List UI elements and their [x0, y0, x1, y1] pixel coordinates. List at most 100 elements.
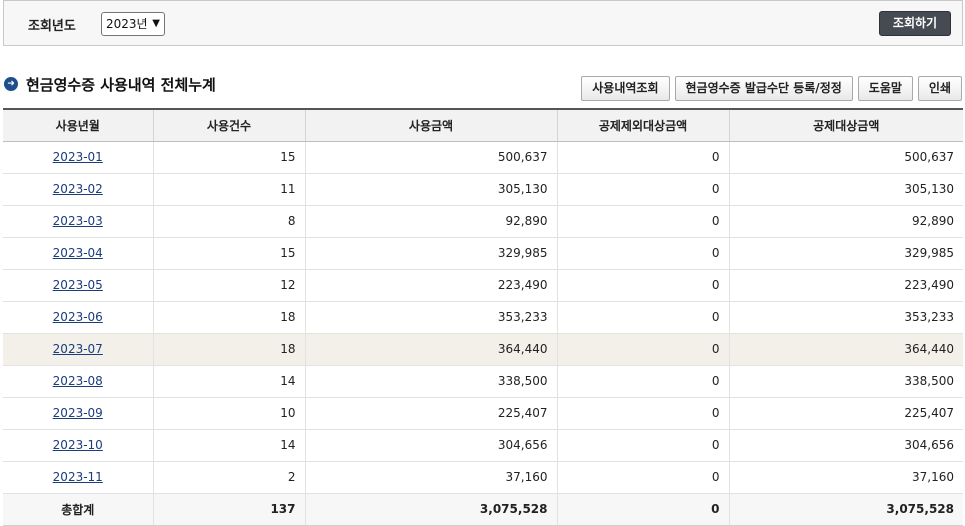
count-cell: 8: [153, 205, 306, 238]
count-cell: 11: [153, 173, 306, 206]
month-cell: 2023-05: [3, 269, 154, 302]
count-cell: 18: [153, 301, 306, 334]
excluded-cell: 0: [557, 141, 730, 174]
month-link[interactable]: 2023-02: [53, 182, 103, 196]
amount-cell: 364,440: [305, 333, 558, 366]
toolbar: 사용내역조회 현금영수증 발급수단 등록/정정 도움말 인쇄: [581, 76, 962, 101]
amount-cell: 305,130: [305, 173, 558, 206]
deductible-cell: 329,985: [729, 237, 963, 270]
deductible-cell: 500,637: [729, 141, 963, 174]
amount-cell: 304,656: [305, 429, 558, 462]
usage-table: 사용년월 사용건수 사용금액 공제제외대상금액 공제대상금액 2023-01 15…: [3, 108, 963, 526]
month-link[interactable]: 2023-07: [53, 342, 103, 356]
col-header-deductible: 공제대상금액: [729, 108, 963, 142]
excluded-cell: 0: [557, 429, 730, 462]
total-excluded: 0: [557, 493, 730, 526]
month-cell: 2023-09: [3, 397, 154, 430]
amount-cell: 225,407: [305, 397, 558, 430]
month-link[interactable]: 2023-04: [53, 246, 103, 260]
amount-cell: 92,890: [305, 205, 558, 238]
count-cell: 14: [153, 365, 306, 398]
month-cell: 2023-06: [3, 301, 154, 334]
deductible-cell: 92,890: [729, 205, 963, 238]
total-deductible: 3,075,528: [729, 493, 963, 526]
deductible-cell: 305,130: [729, 173, 963, 206]
table-row: 2023-04 15 329,985 0 329,985: [3, 237, 963, 270]
total-row: 총합계 137 3,075,528 0 3,075,528: [3, 493, 963, 526]
deductible-cell: 353,233: [729, 301, 963, 334]
col-header-month: 사용년월: [3, 108, 154, 142]
deductible-cell: 338,500: [729, 365, 963, 398]
table-row: 2023-02 11 305,130 0 305,130: [3, 173, 963, 206]
table-row: 2023-09 10 225,407 0 225,407: [3, 397, 963, 430]
register-method-button[interactable]: 현금영수증 발급수단 등록/정정: [674, 76, 853, 101]
excluded-cell: 0: [557, 205, 730, 238]
year-select-value: 2023년: [106, 17, 148, 31]
count-cell: 18: [153, 333, 306, 366]
month-link[interactable]: 2023-05: [53, 278, 103, 292]
count-cell: 2: [153, 461, 306, 494]
excluded-cell: 0: [557, 173, 730, 206]
month-cell: 2023-02: [3, 173, 154, 206]
year-select[interactable]: 2023년 ▼: [101, 12, 165, 36]
amount-cell: 500,637: [305, 141, 558, 174]
col-header-amount: 사용금액: [305, 108, 558, 142]
month-cell: 2023-08: [3, 365, 154, 398]
excluded-cell: 0: [557, 333, 730, 366]
total-count: 137: [153, 493, 306, 526]
deductible-cell: 364,440: [729, 333, 963, 366]
usage-history-button[interactable]: 사용내역조회: [581, 76, 670, 101]
month-cell: 2023-07: [3, 333, 154, 366]
excluded-cell: 0: [557, 365, 730, 398]
month-link[interactable]: 2023-06: [53, 310, 103, 324]
month-link[interactable]: 2023-10: [53, 438, 103, 452]
month-link[interactable]: 2023-09: [53, 406, 103, 420]
amount-cell: 353,233: [305, 301, 558, 334]
total-label: 총합계: [3, 493, 154, 526]
table-row: 2023-01 15 500,637 0 500,637: [3, 141, 963, 174]
excluded-cell: 0: [557, 397, 730, 430]
month-cell: 2023-01: [3, 141, 154, 174]
search-bar: 조회년도 2023년 ▼ 조회하기: [3, 0, 963, 46]
amount-cell: 329,985: [305, 237, 558, 270]
month-link[interactable]: 2023-11: [53, 470, 103, 484]
count-cell: 10: [153, 397, 306, 430]
month-cell: 2023-10: [3, 429, 154, 462]
deductible-cell: 223,490: [729, 269, 963, 302]
table-header-row: 사용년월 사용건수 사용금액 공제제외대상금액 공제대상금액: [3, 108, 963, 142]
table-row: 2023-03 8 92,890 0 92,890: [3, 205, 963, 238]
excluded-cell: 0: [557, 461, 730, 494]
excluded-cell: 0: [557, 269, 730, 302]
table-row: 2023-06 18 353,233 0 353,233: [3, 301, 963, 334]
deductible-cell: 225,407: [729, 397, 963, 430]
search-button[interactable]: 조회하기: [879, 11, 951, 36]
chevron-down-icon: ▼: [152, 18, 160, 29]
count-cell: 15: [153, 237, 306, 270]
table-row: 2023-05 12 223,490 0 223,490: [3, 269, 963, 302]
month-cell: 2023-03: [3, 205, 154, 238]
month-link[interactable]: 2023-03: [53, 214, 103, 228]
excluded-cell: 0: [557, 237, 730, 270]
table-row: 2023-08 14 338,500 0 338,500: [3, 365, 963, 398]
deductible-cell: 37,160: [729, 461, 963, 494]
count-cell: 15: [153, 141, 306, 174]
help-button[interactable]: 도움말: [857, 76, 913, 101]
month-cell: 2023-04: [3, 237, 154, 270]
arrow-circle-icon: ➜: [4, 77, 18, 91]
month-link[interactable]: 2023-08: [53, 374, 103, 388]
page-title: 현금영수증 사용내역 전체누계: [26, 75, 216, 94]
search-year-label: 조회년도: [28, 19, 76, 34]
month-cell: 2023-11: [3, 461, 154, 494]
amount-cell: 223,490: [305, 269, 558, 302]
section-title: ➜ 현금영수증 사용내역 전체누계: [4, 74, 216, 94]
print-button[interactable]: 인쇄: [917, 76, 962, 101]
total-amount: 3,075,528: [305, 493, 558, 526]
table-row: 2023-07 18 364,440 0 364,440: [3, 333, 963, 366]
deductible-cell: 304,656: [729, 429, 963, 462]
amount-cell: 338,500: [305, 365, 558, 398]
table-row: 2023-10 14 304,656 0 304,656: [3, 429, 963, 462]
month-link[interactable]: 2023-01: [53, 150, 103, 164]
col-header-count: 사용건수: [153, 108, 306, 142]
col-header-excluded: 공제제외대상금액: [557, 108, 730, 142]
count-cell: 12: [153, 269, 306, 302]
